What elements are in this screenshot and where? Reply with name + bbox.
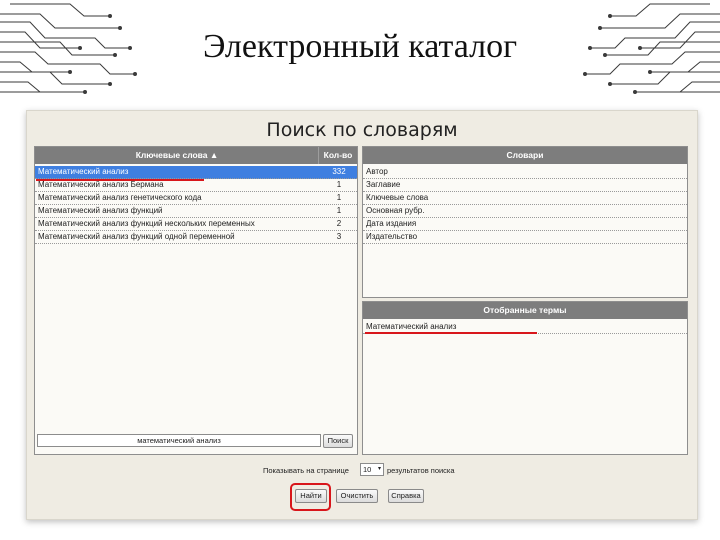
- selected-terms-panel: Отобранные термы Математический анализ: [362, 301, 688, 455]
- highlight-underline-selected-term: [365, 332, 537, 334]
- keywords-list: Математический анализ 332 Математический …: [35, 166, 357, 244]
- keyword-label: Математический анализ Бермана: [38, 180, 164, 189]
- keyword-count: 1: [336, 193, 342, 202]
- keyword-count: 1: [336, 180, 342, 189]
- count-column-header[interactable]: Кол-во: [318, 147, 357, 164]
- keywords-column-header[interactable]: Ключевые слова ▲: [35, 147, 319, 164]
- help-button[interactable]: Справка: [388, 489, 424, 503]
- keyword-row[interactable]: Математический анализ функций 1: [35, 205, 357, 218]
- keyword-row[interactable]: Математический анализ 332: [35, 166, 357, 179]
- per-page-label: Показывать на странице: [263, 466, 349, 475]
- catalog-screenshot: Поиск по словарям Ключевые слова ▲ Кол-в…: [26, 110, 698, 520]
- keyword-label: Математический анализ функций одной пере…: [38, 232, 235, 241]
- dictionary-item[interactable]: Ключевые слова: [363, 192, 687, 205]
- keyword-count: 332: [332, 167, 346, 176]
- dictionary-item[interactable]: Дата издания: [363, 218, 687, 231]
- keyword-row[interactable]: Математический анализ функций нескольких…: [35, 218, 357, 231]
- dictionary-item[interactable]: Заглавие: [363, 179, 687, 192]
- keyword-search-input[interactable]: математический анализ: [37, 434, 321, 447]
- keyword-row[interactable]: Математический анализ функций одной пере…: [35, 231, 357, 244]
- keyword-label: Математический анализ: [38, 167, 129, 176]
- page-title: Поиск по словарям: [266, 119, 458, 141]
- chevron-down-icon: ▾: [377, 466, 381, 472]
- keyword-label: Математический анализ функций нескольких…: [38, 219, 255, 228]
- dictionary-item[interactable]: Основная рубр.: [363, 205, 687, 218]
- results-label: результатов поиска: [387, 466, 455, 475]
- clear-button[interactable]: Очистить: [336, 489, 378, 503]
- highlight-underline-keyword: [36, 179, 204, 181]
- selected-terms-panel-header: Отобранные термы: [363, 302, 687, 319]
- keyword-count: 1: [336, 206, 342, 215]
- keyword-label: Математический анализ генетического кода: [38, 193, 202, 202]
- keyword-row[interactable]: Математический анализ генетического кода…: [35, 192, 357, 205]
- dictionaries-panel-header: Словари: [363, 147, 687, 164]
- dictionary-item[interactable]: Издательство: [363, 231, 687, 244]
- dictionaries-list: Автор Заглавие Ключевые слова Основная р…: [363, 166, 687, 244]
- slide-title: Электронный каталог: [202, 28, 518, 65]
- search-button[interactable]: Поиск: [323, 434, 353, 448]
- keywords-panel: Ключевые слова ▲ Кол-во Математический а…: [34, 146, 358, 455]
- dictionary-item[interactable]: Автор: [363, 166, 687, 179]
- per-page-value: 10: [363, 465, 372, 474]
- keyword-count: 2: [336, 219, 342, 228]
- dictionaries-panel: Словари Автор Заглавие Ключевые слова Ос…: [362, 146, 688, 298]
- highlight-box-find-button: [290, 483, 331, 511]
- keyword-label: Математический анализ функций: [38, 206, 163, 215]
- per-page-select[interactable]: 10 ▾: [360, 463, 384, 476]
- keyword-count: 3: [336, 232, 342, 241]
- keywords-panel-header: Ключевые слова ▲ Кол-во: [35, 147, 357, 164]
